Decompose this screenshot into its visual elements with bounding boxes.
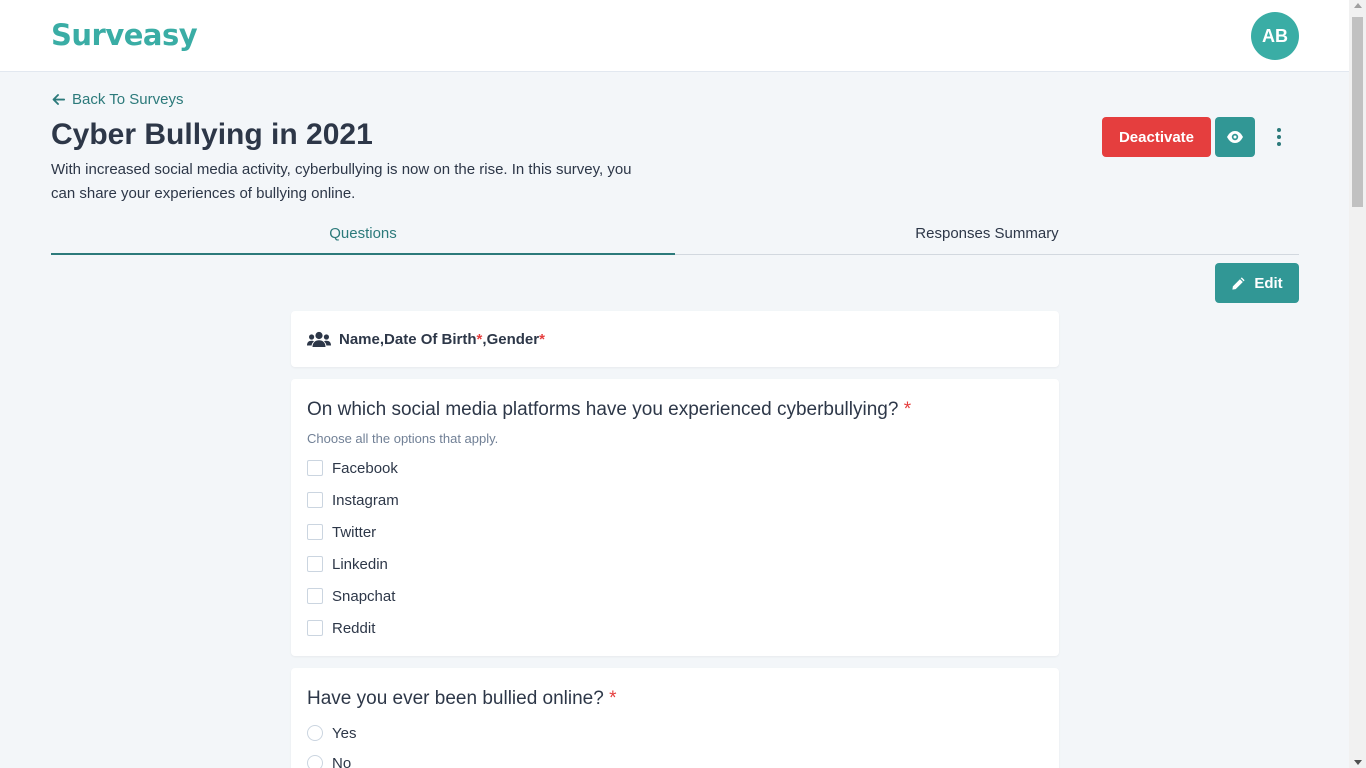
- deactivate-button[interactable]: Deactivate: [1102, 117, 1211, 157]
- required-asterisk: *: [476, 330, 483, 348]
- checkbox-option[interactable]: Linkedin: [307, 548, 1043, 580]
- scroll-thumb[interactable]: [1352, 17, 1363, 207]
- top-navbar: Surveasy AB: [0, 0, 1349, 72]
- survey-description: With increased social media activity, cy…: [51, 161, 632, 202]
- scroll-up-arrow-icon[interactable]: [1354, 3, 1362, 8]
- edit-button[interactable]: Edit: [1215, 263, 1299, 303]
- pencil-icon: [1232, 276, 1245, 290]
- radio-option[interactable]: Yes: [307, 718, 1043, 748]
- eye-icon: [1227, 131, 1243, 143]
- checkbox[interactable]: [307, 588, 323, 604]
- preview-button[interactable]: [1215, 117, 1255, 157]
- checkbox-option[interactable]: Instagram: [307, 484, 1043, 516]
- radio-option[interactable]: No: [307, 748, 1043, 768]
- radio-button[interactable]: [307, 755, 323, 768]
- checkbox[interactable]: [307, 556, 323, 572]
- radio-button[interactable]: [307, 725, 323, 741]
- required-asterisk: *: [903, 399, 912, 420]
- page-scrollbar[interactable]: [1349, 0, 1366, 768]
- demographics-card: Name,Date Of Birth*,Gender*: [291, 311, 1059, 367]
- question-card: On which social media platforms have you…: [291, 379, 1059, 656]
- checkbox-option[interactable]: Reddit: [307, 612, 1043, 644]
- more-vertical-icon: [1277, 128, 1281, 132]
- required-asterisk: *: [609, 688, 617, 709]
- checkbox[interactable]: [307, 620, 323, 636]
- question-card: Have you ever been bullied online? * Yes…: [291, 668, 1059, 768]
- survey-title: Cyber Bullying in 2021: [51, 118, 373, 151]
- checkbox[interactable]: [307, 524, 323, 540]
- checkbox-option[interactable]: Twitter: [307, 516, 1043, 548]
- demographic-field-dob: Date Of Birth: [384, 330, 477, 348]
- survey-tabs: Questions Responses Summary: [51, 218, 1299, 255]
- tab-questions[interactable]: Questions: [51, 218, 675, 255]
- users-icon: [307, 331, 331, 347]
- tab-responses-summary[interactable]: Responses Summary: [675, 218, 1299, 255]
- checkbox-option[interactable]: Facebook: [307, 452, 1043, 484]
- back-to-surveys-link[interactable]: Back To Surveys: [51, 91, 183, 108]
- radio-group: Yes No: [307, 718, 1043, 768]
- required-asterisk: *: [539, 330, 545, 348]
- back-link-label: Back To Surveys: [72, 91, 184, 108]
- checkbox-group: Facebook Instagram Twitter Linkedin Snap…: [307, 452, 1043, 644]
- more-options-button[interactable]: [1266, 122, 1292, 152]
- checkbox[interactable]: [307, 460, 323, 476]
- demographic-fields: Name,Date Of Birth*,Gender*: [339, 330, 545, 348]
- question-hint: Choose all the options that apply.: [307, 431, 499, 446]
- edit-button-label: Edit: [1254, 274, 1283, 292]
- question-title: Have you ever been bullied online? *: [307, 688, 617, 709]
- user-avatar[interactable]: AB: [1251, 12, 1299, 60]
- demographic-field-name: Name: [339, 330, 380, 348]
- app-logo[interactable]: Surveasy: [51, 18, 198, 52]
- arrow-left-icon: [52, 94, 66, 105]
- question-title: On which social media platforms have you…: [307, 399, 912, 420]
- checkbox[interactable]: [307, 492, 323, 508]
- demographic-field-gender: Gender: [486, 330, 540, 348]
- scroll-down-arrow-icon[interactable]: [1354, 760, 1362, 765]
- checkbox-option[interactable]: Snapchat: [307, 580, 1043, 612]
